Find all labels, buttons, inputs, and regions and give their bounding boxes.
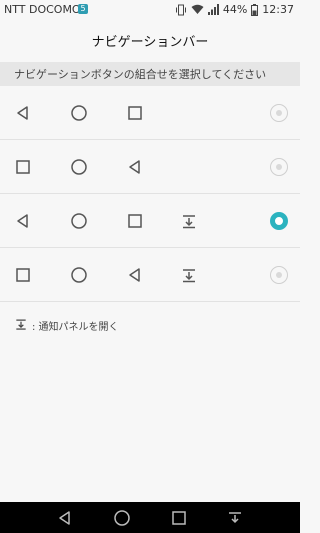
clock: 12:37	[262, 3, 294, 16]
notification-pulldown-icon	[14, 317, 28, 334]
back-icon	[126, 158, 144, 176]
section-header: ナビゲーションボタンの組合せを選択してください	[0, 62, 300, 86]
battery-percent: 44%	[222, 3, 248, 16]
nav-option-1[interactable]	[0, 86, 300, 140]
option-1-radio[interactable]	[270, 104, 288, 122]
recents-icon	[14, 158, 32, 176]
wifi-icon	[191, 4, 204, 15]
option-2-radio[interactable]	[270, 158, 288, 176]
option-4-radio[interactable]	[270, 266, 288, 284]
recents-icon	[126, 212, 144, 230]
recents-icon	[126, 104, 144, 122]
status-bar: NTT DOCOMO 5 44% 12:37	[0, 0, 300, 20]
home-icon	[70, 266, 88, 284]
home-icon	[70, 158, 88, 176]
signal-icon	[207, 4, 219, 15]
page-title: ナビゲーションバー	[0, 20, 300, 60]
sim-icon: 5	[78, 4, 88, 14]
recents-icon	[14, 266, 32, 284]
back-icon	[14, 104, 32, 122]
nav-option-3[interactable]	[0, 194, 300, 248]
back-icon	[14, 212, 32, 230]
vibrate-icon	[175, 4, 187, 16]
home-icon[interactable]	[113, 509, 131, 527]
recents-icon[interactable]	[170, 509, 188, 527]
battery-icon	[251, 3, 259, 16]
notification-pulldown-icon	[180, 212, 198, 230]
nav-option-2[interactable]	[0, 140, 300, 194]
legend-note: : 通知パネルを開く	[14, 317, 119, 334]
home-icon	[70, 104, 88, 122]
nav-option-4[interactable]	[0, 248, 300, 302]
system-navigation-bar	[0, 502, 300, 533]
notification-pulldown-icon	[180, 266, 198, 284]
option-3-radio[interactable]	[270, 212, 288, 230]
carrier-label: NTT DOCOMO	[4, 3, 81, 16]
notification-pulldown-icon[interactable]	[226, 509, 244, 527]
legend-note-text: : 通知パネルを開く	[32, 322, 119, 333]
back-icon	[126, 266, 144, 284]
home-icon	[70, 212, 88, 230]
back-icon[interactable]	[56, 509, 74, 527]
